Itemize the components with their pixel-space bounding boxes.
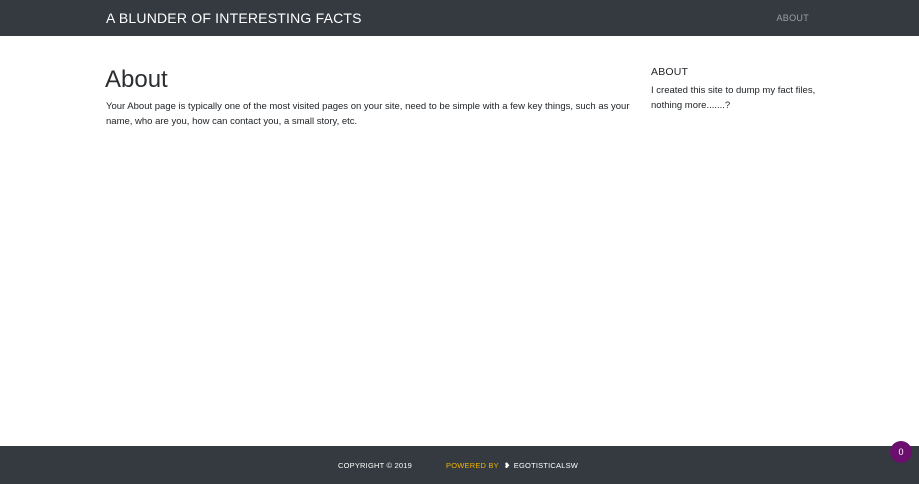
nav-link-about[interactable]: ABOUT (776, 13, 809, 23)
egotisticalsw-logo-icon: ❥ (504, 461, 511, 470)
site-brand-link[interactable]: A BLUNDER OF INTERESTING FACTS (106, 10, 362, 26)
sidebar-text: I created this site to dump my fact file… (651, 85, 816, 111)
notification-badge[interactable]: 0 (890, 441, 912, 463)
copyright-text: COPYRIGHT © 2019 (338, 461, 413, 470)
powered-by-link[interactable]: EGOTISTICALSW (514, 461, 578, 470)
page-title: About (105, 66, 168, 93)
page-body-text: Your About page is typically one of the … (106, 101, 630, 127)
page: A BLUNDER OF INTERESTING FACTS ABOUT Abo… (0, 0, 919, 484)
powered-by-label: POWERED BY (446, 461, 499, 470)
site-footer: COPYRIGHT © 2019 POWERED BY ❥ EGOTISTICA… (0, 446, 919, 484)
powered-by: POWERED BY ❥ EGOTISTICALSW (446, 461, 578, 470)
sidebar-title: ABOUT (651, 66, 689, 78)
top-navbar: A BLUNDER OF INTERESTING FACTS ABOUT (0, 0, 919, 36)
